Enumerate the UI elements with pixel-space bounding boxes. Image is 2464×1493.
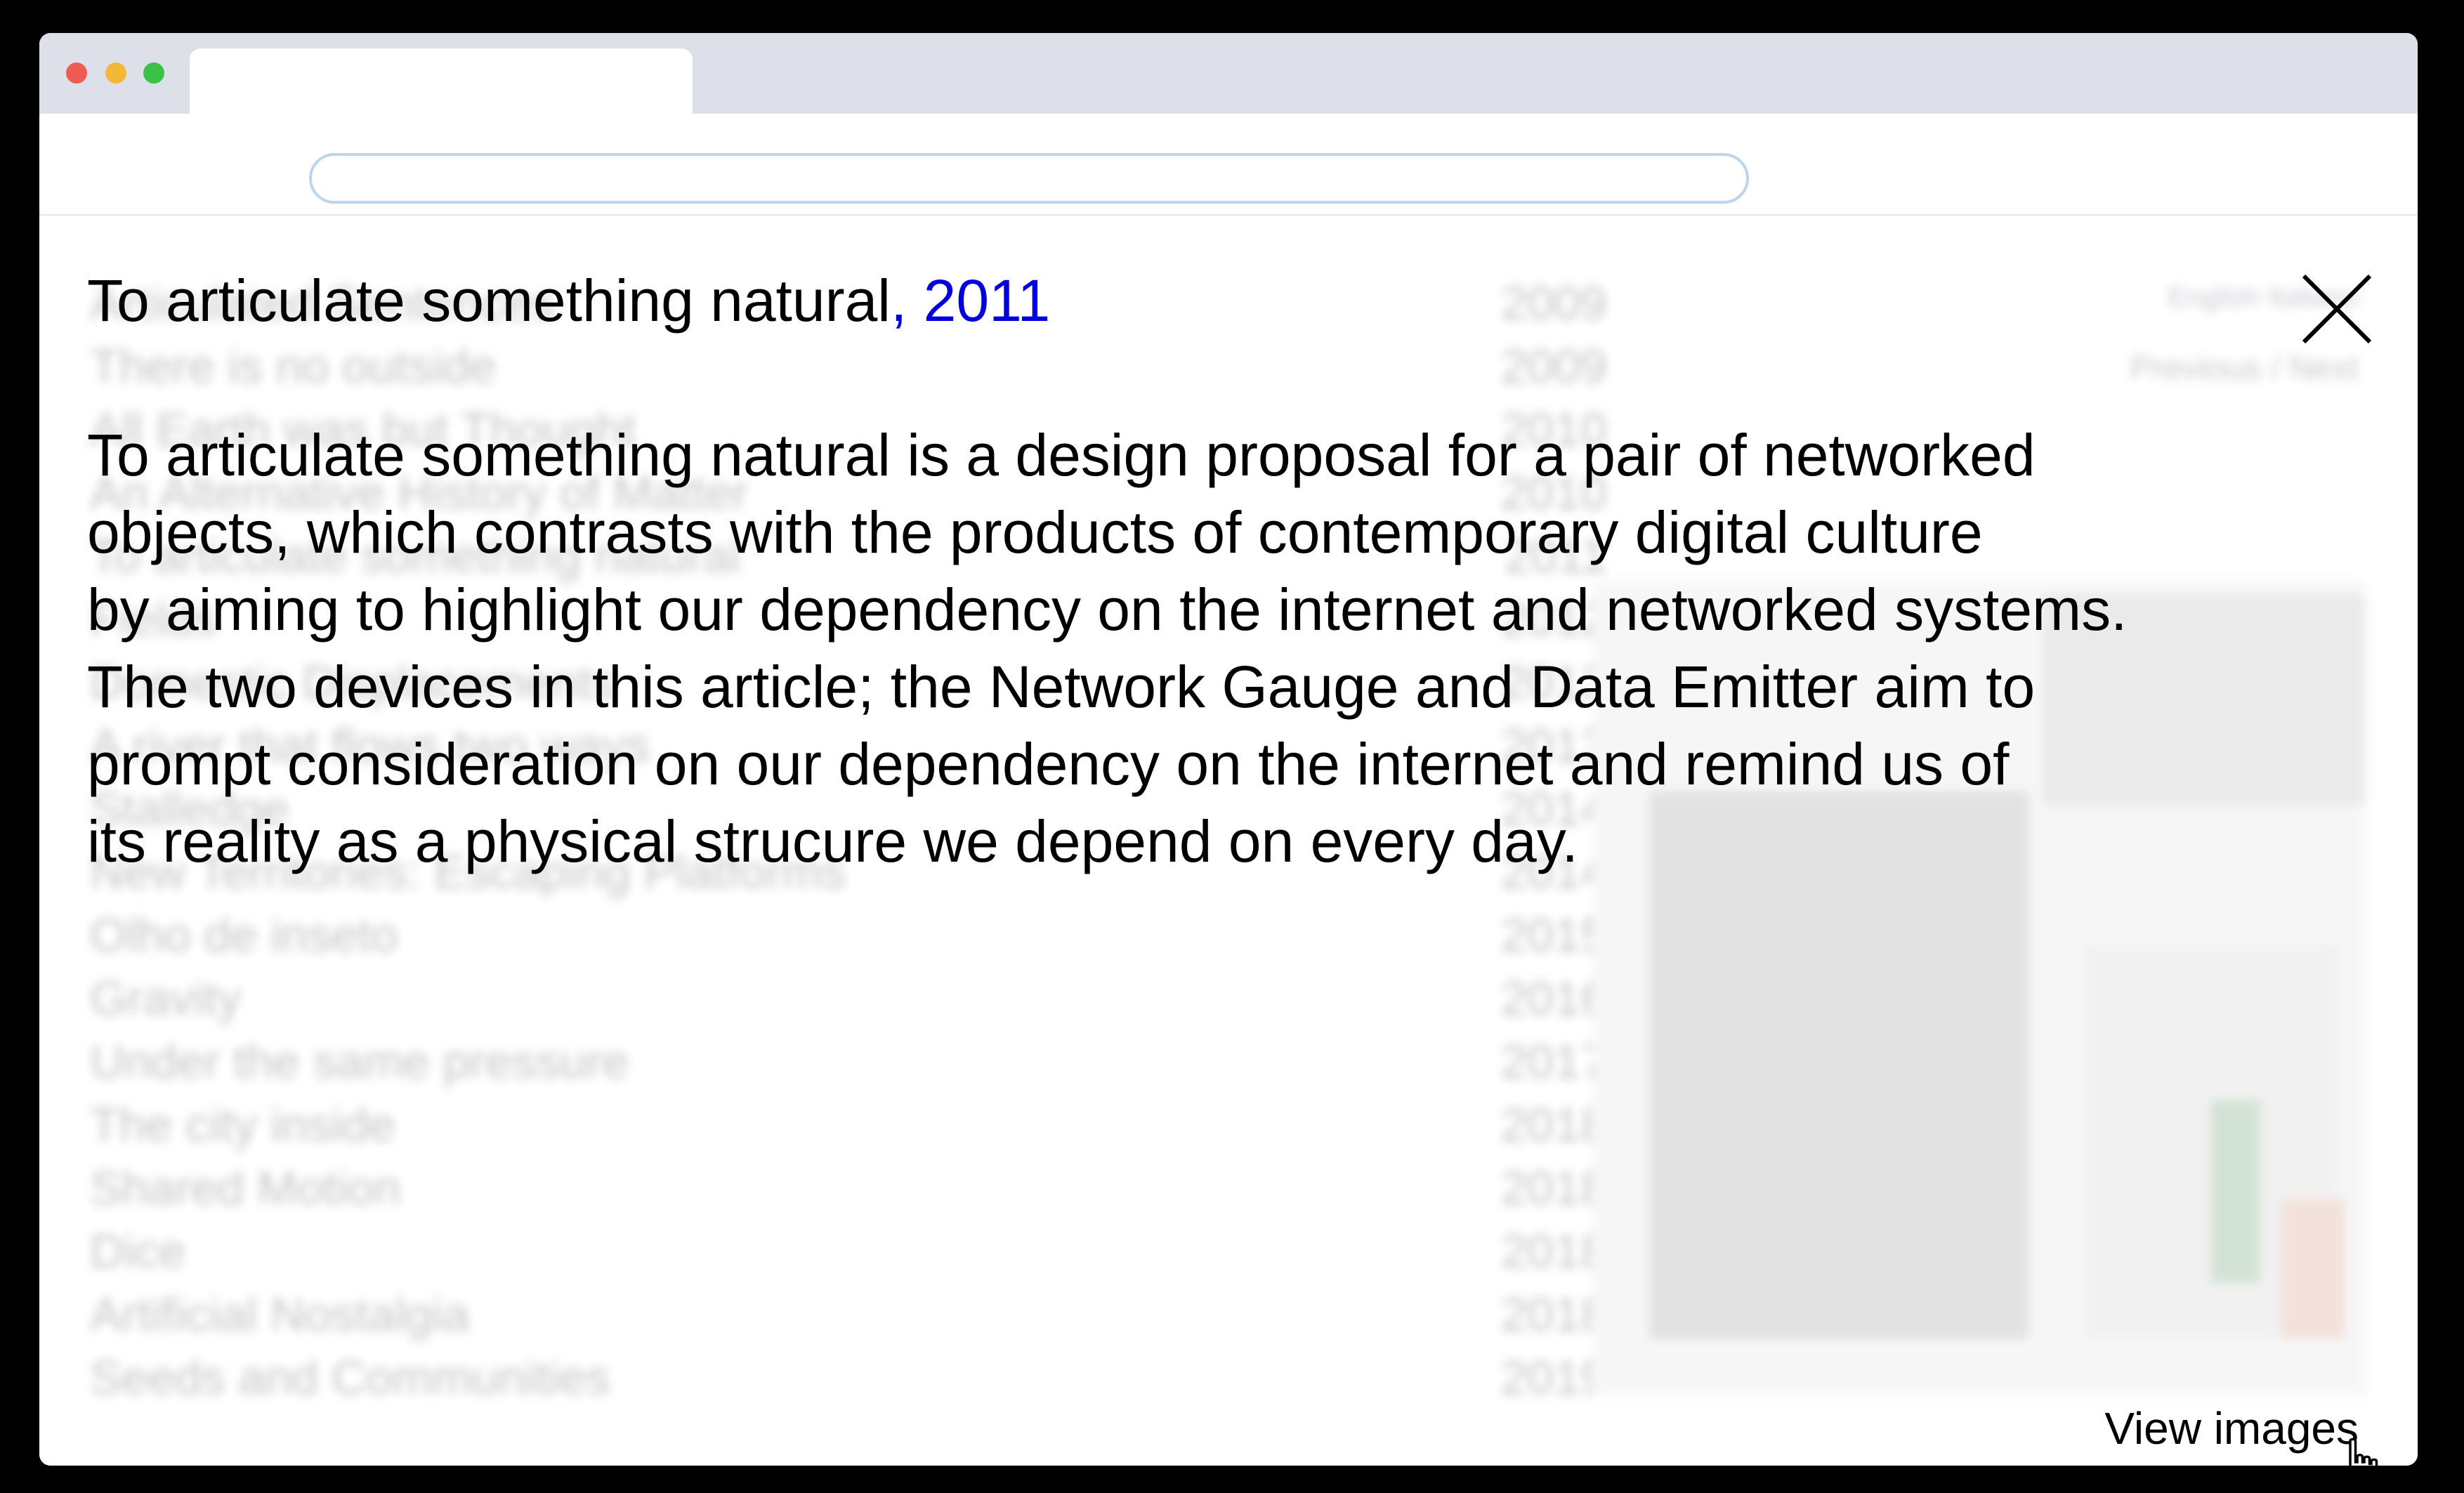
project-description: To articulate something natural is a des… xyxy=(87,416,2405,880)
project-list-name: Olho de inseto xyxy=(90,909,398,962)
minimize-window-button[interactable] xyxy=(105,63,126,84)
description-line: by aiming to highlight our dependency on… xyxy=(87,577,2128,643)
project-list-item[interactable]: There is no outside 2009 xyxy=(90,335,1607,398)
project-list-item[interactable]: Dice 2018 xyxy=(90,1220,1607,1283)
close-window-button[interactable] xyxy=(66,63,87,84)
project-list-item[interactable]: Under the same pressure 2017 xyxy=(90,1030,1607,1093)
project-list-year: 2009 xyxy=(1500,277,1607,330)
project-list-item[interactable]: Seeds and Communities 2019 xyxy=(90,1346,1607,1409)
browser-window: English Italiano Previous / Next Articul… xyxy=(39,33,2418,1466)
project-list-item[interactable]: Olho de inseto 2015 xyxy=(90,904,1607,967)
project-list-year: 2017 xyxy=(1500,1035,1607,1088)
browser-tab[interactable] xyxy=(190,48,693,114)
project-list-name: Dice xyxy=(90,1225,186,1278)
project-list-name: Shared Motion xyxy=(90,1162,401,1215)
pointer-hand-icon xyxy=(2336,1438,2385,1466)
project-list-name: There is no outside xyxy=(90,340,497,393)
description-line: objects, which contrasts with the produc… xyxy=(87,499,1983,565)
project-list-year: 2015 xyxy=(1500,909,1607,962)
project-list-name: The city inside xyxy=(90,1098,395,1152)
project-list-year: 2016 xyxy=(1500,972,1607,1025)
project-list-name: Under the same pressure xyxy=(90,1035,629,1088)
description-line: To articulate something natural is a des… xyxy=(87,422,2036,488)
project-list-year: 2019 xyxy=(1500,1351,1607,1405)
project-title: To articulate something natural, 2011 xyxy=(87,262,1050,339)
project-list-item[interactable]: Shared Motion 2018 xyxy=(90,1157,1607,1220)
project-list-item[interactable]: The city inside 2018 xyxy=(90,1093,1607,1157)
project-title-year: , 2011 xyxy=(890,268,1051,334)
close-button[interactable] xyxy=(2298,270,2375,348)
close-icon xyxy=(2302,274,2372,344)
project-list-name: Artificial Nostalgia xyxy=(90,1288,470,1341)
view-images-link[interactable]: View images xyxy=(2104,1402,2359,1454)
description-line: The two devices in this article; the Net… xyxy=(87,654,2036,720)
maximize-window-button[interactable] xyxy=(143,63,164,84)
project-title-name: To articulate something natural xyxy=(87,268,891,334)
project-list-name: Gravity xyxy=(90,972,242,1025)
project-list-year: 2018 xyxy=(1500,1162,1607,1215)
project-list-item[interactable]: Artificial Nostalgia 2018 xyxy=(90,1283,1607,1346)
address-bar[interactable] xyxy=(309,153,1749,204)
project-list-year: 2018 xyxy=(1500,1225,1607,1278)
project-list-item[interactable]: Gravity 2016 xyxy=(90,967,1607,1030)
page-content: English Italiano Previous / Next Articul… xyxy=(39,216,2418,1466)
description-line: prompt consideration on our dependency o… xyxy=(87,731,2010,797)
description-line: its reality as a physical strucure we de… xyxy=(87,808,1578,874)
project-list-year: 2009 xyxy=(1500,340,1607,393)
previous-next-nav: Previous / Next xyxy=(2130,350,2359,387)
project-list-year: 2018 xyxy=(1500,1288,1607,1341)
project-list-year: 2018 xyxy=(1500,1098,1607,1152)
browser-titlebar xyxy=(39,33,2418,114)
browser-toolbar xyxy=(39,114,2418,216)
project-list-name: Seeds and Communities xyxy=(90,1351,610,1405)
